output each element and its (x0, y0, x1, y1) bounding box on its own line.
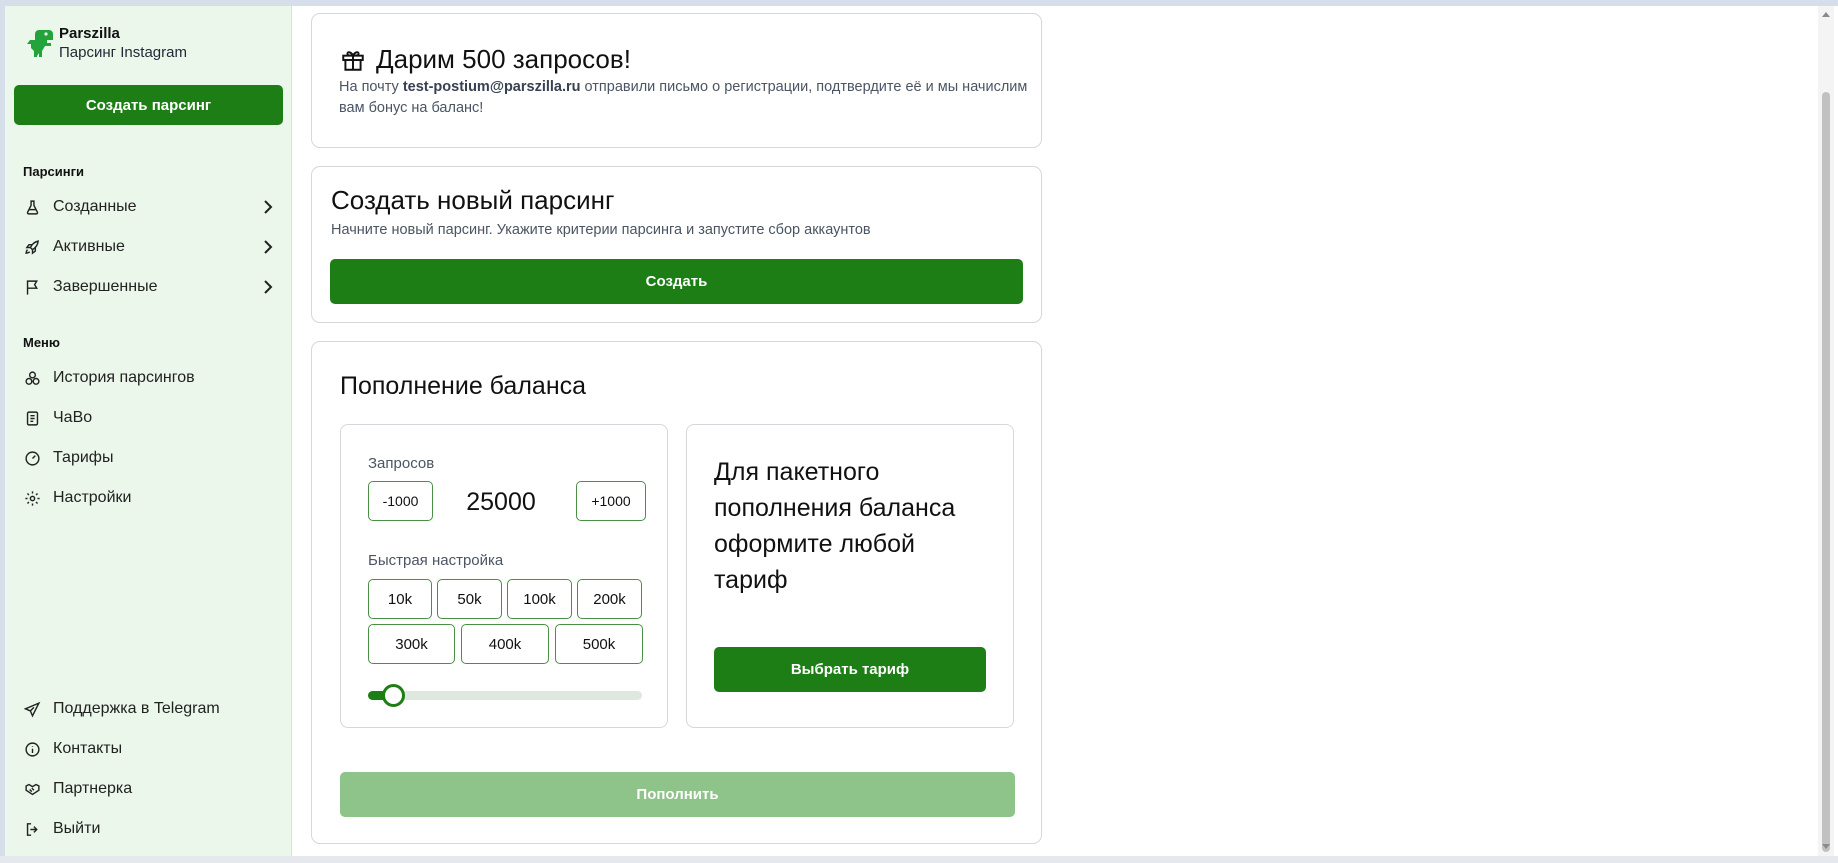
page-scrollbar[interactable] (1818, 6, 1834, 856)
sidebar-item-label: Завершенные (53, 278, 158, 295)
gift-title-row: Дарим 500 запросов! (340, 44, 631, 75)
gift-email: test-postium@parszilla.ru (402, 79, 581, 95)
preset-button-400k[interactable]: 400k (461, 624, 549, 664)
sidebar-item-contacts[interactable]: Контакты (23, 732, 279, 766)
section-title-parsings: Парсинги (23, 164, 84, 179)
sidebar-item-telegram-support[interactable]: Поддержка в Telegram (23, 692, 279, 726)
sidebar-item-label: История парсингов (53, 369, 195, 386)
new-parsing-card: Создать новый парсинг Начните новый парс… (311, 166, 1042, 323)
sidebar-item-label: Настройки (53, 489, 132, 506)
sidebar-item-partners[interactable]: Партнерка (23, 772, 279, 806)
requests-slider[interactable] (368, 684, 642, 707)
scrollbar-thumb[interactable] (1822, 92, 1830, 852)
balance-title: Пополнение баланса (340, 372, 587, 400)
choose-tariff-button[interactable]: Выбрать тариф (714, 647, 986, 692)
gear-icon (23, 489, 41, 507)
sidebar-item-faq[interactable]: ЧаВо (23, 401, 279, 435)
requests-panel: Запросов -1000 25000 +1000 Быстрая настр… (340, 424, 668, 728)
scroll-up-arrow-icon[interactable] (1822, 12, 1830, 17)
rocket-icon (23, 238, 41, 256)
scroll-down-arrow-icon[interactable] (1822, 844, 1830, 849)
sidebar-item-label: Партнерка (53, 780, 133, 797)
sidebar-item-finished[interactable]: Завершенные (23, 270, 279, 304)
preset-button-200k[interactable]: 200k (577, 579, 642, 619)
flag-icon (23, 278, 41, 296)
quick-setting-label: Быстрая настройка (368, 552, 504, 569)
section-title-menu: Меню (23, 335, 61, 350)
history-icon (23, 369, 41, 387)
faq-book-icon (23, 409, 41, 427)
gift-card: Дарим 500 запросов! На почту test-postiu… (311, 13, 1042, 148)
new-parsing-description: Начните новый парсинг. Укажите критерии … (331, 222, 871, 238)
brand-subtitle: Парсинг Instagram (59, 44, 187, 61)
gift-icon (342, 50, 364, 71)
gift-description: На почту test-postium@parszilla.ru отпра… (339, 77, 1029, 119)
sidebar-item-created[interactable]: Созданные (23, 190, 279, 224)
sidebar-item-label: Поддержка в Telegram (53, 700, 220, 717)
chevron-right-icon (264, 200, 273, 214)
sidebar: Parszilla Парсинг Instagram Создать парс… (5, 6, 292, 856)
create-button[interactable]: Создать (330, 259, 1023, 304)
preset-button-50k[interactable]: 50k (437, 579, 502, 619)
top-up-button[interactable]: Пополнить (340, 772, 1015, 817)
sidebar-item-label: Активные (53, 238, 125, 255)
requests-label: Запросов (368, 455, 435, 472)
brand[interactable]: Parszilla Парсинг Instagram (25, 24, 187, 62)
new-parsing-title: Создать новый парсинг (331, 185, 615, 215)
window-bottom-edge (0, 856, 1838, 863)
chevron-right-icon (264, 240, 273, 254)
sidebar-item-label: Контакты (53, 740, 123, 757)
preset-button-500k[interactable]: 500k (555, 624, 643, 664)
sidebar-item-history[interactable]: История парсингов (23, 361, 279, 395)
gift-text-before: На почту (339, 79, 403, 95)
dino-logo-icon (27, 30, 53, 57)
preset-button-100k[interactable]: 100k (507, 579, 572, 619)
preset-button-300k[interactable]: 300k (368, 624, 455, 664)
logout-icon (23, 820, 41, 838)
sidebar-item-tariffs[interactable]: Тарифы (23, 441, 279, 475)
plus-1000-button[interactable]: +1000 (576, 481, 646, 521)
tariff-panel: Для пакетного пополнения баланса оформит… (686, 424, 1014, 728)
telegram-icon (23, 700, 41, 718)
sidebar-item-logout[interactable]: Выйти (23, 812, 279, 846)
create-parsing-button[interactable]: Создать парсинг (14, 85, 283, 125)
sidebar-item-label: ЧаВо (53, 409, 93, 426)
handshake-icon (23, 780, 41, 798)
brand-name: Parszilla (59, 25, 120, 42)
minus-1000-button[interactable]: -1000 (368, 481, 433, 521)
sidebar-item-label: Тарифы (53, 449, 114, 466)
slider-thumb[interactable] (382, 684, 405, 707)
preset-button-10k[interactable]: 10k (368, 579, 432, 619)
sidebar-item-settings[interactable]: Настройки (23, 481, 279, 515)
sidebar-item-label: Выйти (53, 820, 101, 837)
sidebar-item-active[interactable]: Активные (23, 230, 279, 264)
info-icon (23, 740, 41, 758)
tariff-promo-text: Для пакетного пополнения баланса оформит… (714, 458, 956, 594)
balance-card: Пополнение баланса Запросов -1000 25000 … (311, 341, 1042, 844)
tariff-gauge-icon (23, 449, 41, 467)
gift-title: Дарим 500 запросов! (376, 44, 631, 74)
flask-icon (23, 198, 41, 216)
sidebar-item-label: Созданные (53, 198, 137, 215)
chevron-right-icon (264, 280, 273, 294)
requests-value: 25000 (466, 488, 536, 516)
